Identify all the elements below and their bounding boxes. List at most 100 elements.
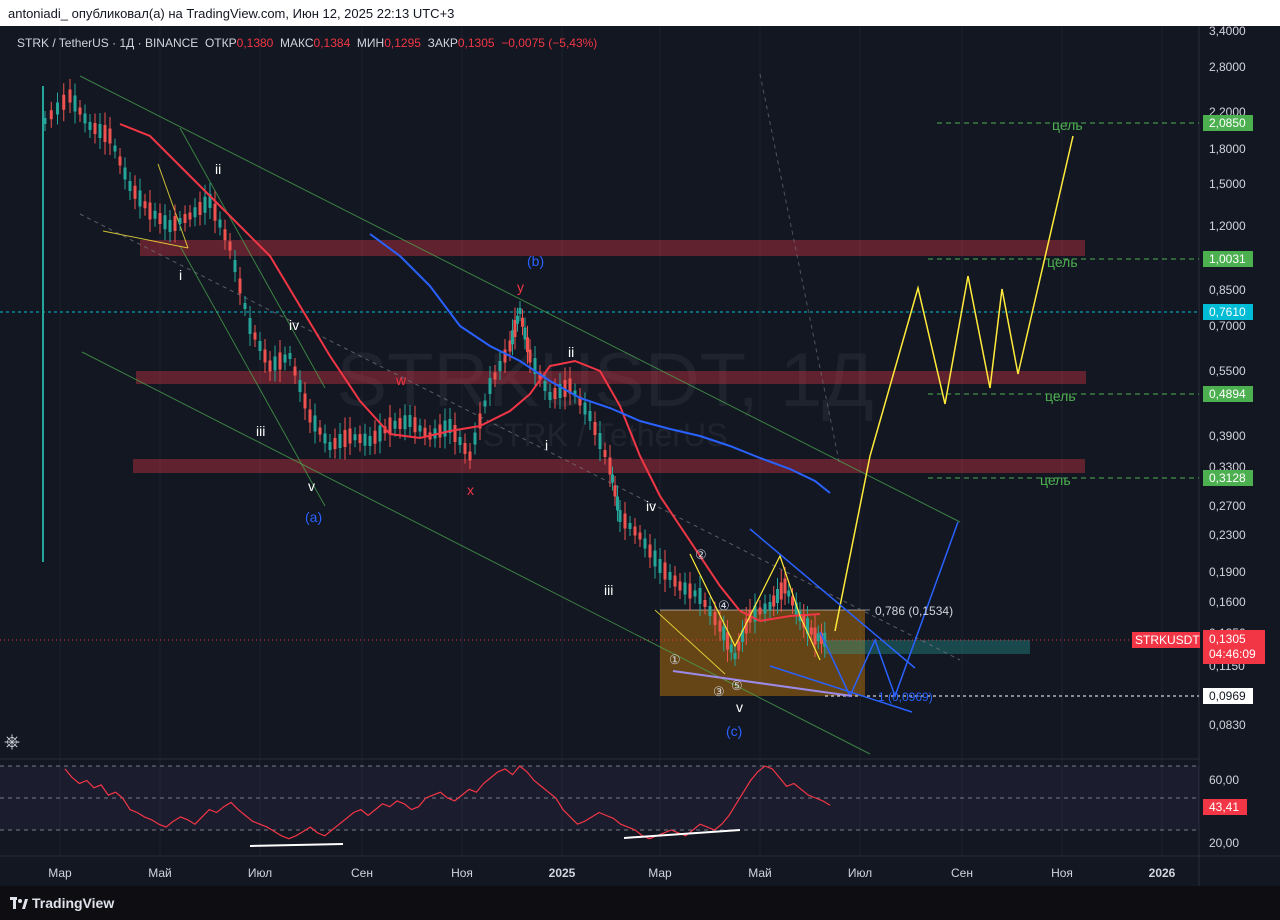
candle-body (298, 380, 302, 392)
candle-body (373, 430, 377, 444)
time-axis: Мар Май Июл Сен Ноя 2025 Мар Май Июл Сен Ноя 2026 (48, 866, 1175, 880)
circled-4: ④ (718, 598, 730, 613)
legend-close-value: 0,1305 (457, 36, 495, 50)
candle-body (623, 513, 627, 529)
candle-body (638, 532, 642, 540)
candle-body (363, 433, 367, 446)
candle-body (618, 510, 622, 522)
y-tick-label: 1,8000 (1209, 142, 1246, 156)
price-tag-label: 0,7610 (1209, 305, 1246, 319)
candle-body (243, 303, 247, 309)
candle-body (603, 450, 607, 457)
candle-body (198, 202, 202, 215)
rsi-tick-60: 60,00 (1209, 773, 1239, 787)
wave-label: i (545, 437, 548, 453)
y-tick-label: 0,2700 (1209, 499, 1246, 513)
y-tick-label: 0,8500 (1209, 283, 1246, 297)
candle-body (183, 214, 187, 223)
wave-label: x (467, 482, 474, 498)
candle-body (678, 581, 682, 591)
candle-body (123, 167, 127, 180)
candle-body (772, 595, 776, 607)
candle-body (188, 212, 192, 220)
x-tick-label: Ноя (451, 866, 473, 880)
candle-body (498, 361, 502, 371)
candle-body (158, 213, 162, 224)
channel-upper (79, 75, 961, 523)
candle-body (423, 427, 427, 437)
candle-body (521, 317, 524, 327)
candle-body (288, 353, 292, 359)
candle-body (683, 582, 687, 595)
candle-body (348, 428, 352, 444)
circled-2: ② (695, 547, 707, 562)
candle-body (516, 315, 519, 324)
chart-svg[interactable]: STRKUSDT, 1Д STRK / TetherUS iiiiiiivv(a… (0, 26, 1280, 886)
yellow-line-2 (157, 163, 189, 249)
candle-body (103, 125, 107, 142)
footer-brand: TradingView (32, 895, 115, 911)
candle-body (688, 583, 692, 599)
price-tags: 2,0850 1,0031 0,7610 0,4894 0,3128 0,0969 (1203, 115, 1253, 704)
candle-body (758, 607, 762, 615)
candle-body (213, 203, 217, 221)
candle-body (488, 378, 492, 394)
candle-body (378, 425, 382, 442)
rsi-value: 43,41 (1209, 800, 1239, 814)
candle-body (408, 415, 412, 427)
candle-body (708, 606, 712, 616)
candle-body (118, 156, 122, 166)
candle-body (173, 216, 177, 231)
candle-body (733, 653, 737, 659)
candle-body (713, 612, 717, 625)
target-label-3: цель (1045, 388, 1076, 404)
wave-label: (a) (305, 509, 322, 525)
target-labels: цель цель цель цель (1040, 117, 1083, 488)
candle-body (613, 485, 617, 497)
candle-body (729, 644, 733, 653)
legend-low-label: МИН (356, 36, 385, 50)
wave-label: ii (215, 161, 221, 177)
candle-body (283, 354, 287, 363)
candle-body (653, 550, 657, 567)
rsi-tick-20: 20,00 (1209, 836, 1239, 850)
candle-body (68, 89, 72, 103)
wave-label: v (308, 478, 315, 494)
legend-high-label: МАКС (280, 36, 314, 50)
candle-body (588, 411, 592, 421)
candle-body (673, 575, 677, 587)
publisher-header: antoniadi_ опубликовал(а) на TradingView… (0, 0, 1280, 26)
y-tick-label: 1,5000 (1209, 177, 1246, 191)
wave-label: iii (256, 423, 265, 439)
candle-body (228, 241, 232, 251)
wave-label: iii (604, 582, 613, 598)
price-tag-label: 0,0969 (1209, 689, 1246, 703)
candle-body (178, 218, 182, 224)
circled-5: ⑤ (731, 678, 743, 693)
candle-body (78, 107, 82, 115)
candle-body (453, 425, 457, 442)
candle-body (353, 434, 357, 441)
candle-body (643, 538, 647, 549)
candle-body (318, 427, 322, 435)
candle-body (473, 432, 477, 445)
candle-body (323, 433, 327, 444)
candle-body (737, 641, 741, 651)
candle-body (693, 590, 697, 597)
y-tick-label: 0,5500 (1209, 364, 1246, 378)
teal-zone (825, 640, 1030, 654)
candle-body (418, 425, 422, 432)
candle-body (98, 124, 102, 138)
candle-body (403, 415, 407, 430)
candle-body (763, 603, 767, 614)
channel-inner-1 (179, 127, 326, 389)
y-tick-label: 2,8000 (1209, 60, 1246, 74)
legend-change: −0,0075 (−5,43%) (501, 36, 598, 50)
x-tick-label: Ноя (1051, 866, 1073, 880)
candle-body (703, 600, 707, 607)
candle-body (278, 352, 282, 370)
candle-body (308, 409, 312, 423)
wave-label: iv (646, 498, 656, 514)
resistance-zone-2 (136, 371, 1086, 384)
price-tag-label: 0,3128 (1209, 471, 1246, 485)
